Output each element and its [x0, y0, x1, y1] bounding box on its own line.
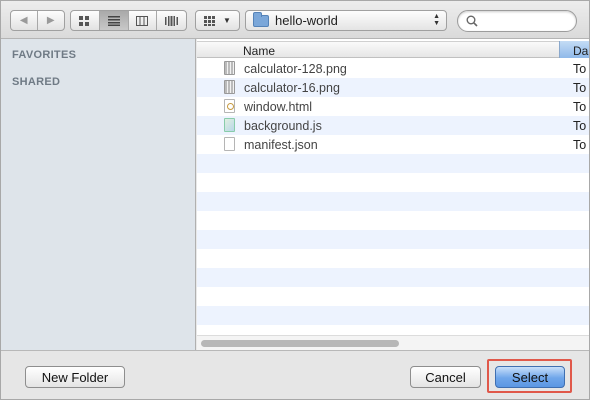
search-icon	[466, 15, 478, 27]
file-date: To	[573, 138, 587, 152]
sidebar-section-favorites: FAVORITES	[12, 49, 77, 61]
empty-row	[197, 211, 589, 230]
view-mode-switcher	[70, 10, 187, 31]
empty-row	[197, 230, 589, 249]
file-row[interactable]: window.html To	[197, 97, 589, 116]
cancel-button[interactable]: Cancel	[410, 366, 481, 388]
file-name: calculator-16.png	[244, 81, 340, 95]
column-date-header[interactable]: Da	[559, 41, 589, 58]
image-file-icon	[224, 80, 235, 94]
empty-row	[197, 249, 589, 268]
icon-view-icon[interactable]	[71, 11, 100, 30]
arrange-menu[interactable]: ▼	[195, 10, 240, 31]
column-name-header[interactable]: Name	[243, 44, 275, 58]
coverflow-view-icon[interactable]	[157, 11, 186, 30]
search-field[interactable]	[457, 10, 577, 32]
chevron-right-icon[interactable]: ▶	[38, 11, 64, 30]
empty-row	[197, 287, 589, 306]
empty-row	[197, 192, 589, 211]
file-rows: calculator-128.png To calculator-16.png …	[197, 59, 589, 325]
file-date: To	[573, 119, 587, 133]
file-date: To	[573, 62, 587, 76]
sidebar-section-shared: SHARED	[12, 76, 61, 88]
file-row[interactable]: calculator-16.png To	[197, 78, 589, 97]
image-file-icon	[224, 61, 235, 75]
empty-row	[197, 173, 589, 192]
horizontal-scrollbar[interactable]	[197, 335, 589, 350]
file-name: background.js	[244, 119, 322, 133]
file-name: calculator-128.png	[244, 62, 347, 76]
file-name: window.html	[244, 100, 313, 114]
history-nav: ◀ ▶	[10, 10, 65, 31]
file-chooser-dialog: ◀ ▶ ▼ hello-world ▲ ▼ FAVORITES SHARED N…	[0, 0, 590, 400]
chevron-down-icon: ▼	[223, 16, 231, 25]
column-view-icon[interactable]	[129, 11, 158, 30]
new-folder-button[interactable]: New Folder	[25, 366, 125, 388]
file-date: To	[573, 100, 587, 114]
html-file-icon	[224, 99, 235, 113]
toolbar: ◀ ▶ ▼ hello-world ▲ ▼	[1, 1, 589, 39]
list-view-icon[interactable]	[99, 11, 129, 30]
column-header: Name Da	[197, 41, 589, 58]
location-label: hello-world	[275, 13, 338, 28]
empty-row	[197, 268, 589, 287]
grid-icon	[204, 15, 216, 26]
arrange-button[interactable]: ▼	[196, 11, 239, 30]
dialog-footer: New Folder Cancel Select	[1, 350, 589, 399]
sidebar: FAVORITES SHARED	[1, 39, 196, 350]
file-list: Name Da calculator-128.png To calculator…	[197, 39, 589, 350]
empty-row	[197, 306, 589, 325]
js-file-icon	[224, 118, 235, 132]
folder-icon	[253, 11, 269, 27]
scrollbar-thumb[interactable]	[201, 340, 399, 347]
chevron-left-icon[interactable]: ◀	[11, 11, 38, 30]
select-button[interactable]: Select	[495, 366, 565, 388]
file-name: manifest.json	[244, 138, 318, 152]
file-row[interactable]: manifest.json To	[197, 135, 589, 154]
empty-row	[197, 154, 589, 173]
file-date: To	[573, 81, 587, 95]
document-file-icon	[224, 137, 235, 151]
search-input[interactable]	[482, 14, 572, 28]
location-popup[interactable]: hello-world ▲ ▼	[245, 10, 447, 31]
file-row[interactable]: calculator-128.png To	[197, 59, 589, 78]
updown-arrows-icon: ▲ ▼	[433, 13, 440, 27]
file-row[interactable]: background.js To	[197, 116, 589, 135]
